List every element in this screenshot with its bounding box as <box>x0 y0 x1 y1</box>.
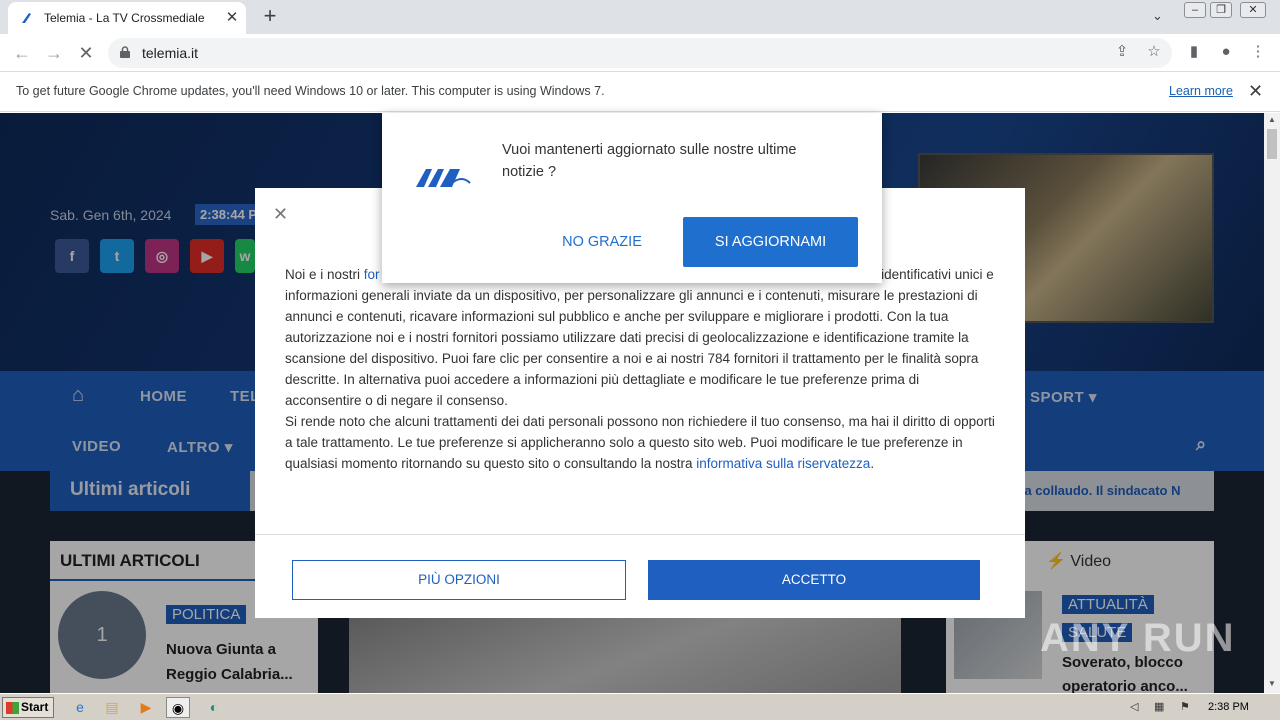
tab-close-icon[interactable]: ✕ <box>222 8 242 28</box>
privacy-policy-link[interactable]: informativa sulla riservatezza <box>696 456 870 471</box>
system-clock[interactable]: 2:38 PM <box>1208 701 1249 713</box>
consent-close-icon[interactable]: ✕ <box>273 204 288 225</box>
minimize-button[interactable]: – <box>1184 2 1206 18</box>
scrollbar-thumb[interactable] <box>1267 129 1277 159</box>
file-explorer-icon[interactable]: ▤ <box>100 697 124 718</box>
partners-link[interactable]: for <box>364 267 380 282</box>
push-question: Vuoi mantenerti aggiornato sulle nostre … <box>502 142 797 180</box>
learn-more-link[interactable]: Learn more <box>1169 84 1233 98</box>
scroll-down-arrow-icon[interactable]: ▼ <box>1268 679 1276 688</box>
tab-strip: Telemia - La TV Crossmediale ✕ + ⌄ – ❐ ✕ <box>0 0 1280 34</box>
close-window-button[interactable]: ✕ <box>1240 2 1266 18</box>
forward-arrow-icon[interactable]: → <box>42 41 66 65</box>
network-icon[interactable]: ▦ <box>1154 700 1168 714</box>
more-options-button[interactable]: PIÙ OPZIONI <box>292 560 626 600</box>
windows-taskbar: Start e ▤ ▶ ◉ ◐ ◁ ▦ ⚑ 2:38 PM <box>0 693 1280 720</box>
start-label: Start <box>21 700 49 714</box>
browser-toolbar: ← → ✕ telemia.it ⇪ ☆ ▮ ● ⋮ <box>0 34 1280 72</box>
menu-kebab-icon[interactable]: ⋮ <box>1248 42 1268 62</box>
consent-text-1b: e trattiamo i dati personali, quali gli … <box>285 267 994 408</box>
consent-body: Noi e i nostri fore trattiamo i dati per… <box>285 264 997 474</box>
side-panel-icon[interactable]: ▮ <box>1184 42 1204 62</box>
action-center-flag-icon[interactable]: ⚑ <box>1180 700 1194 714</box>
chrome-update-infobar: To get future Google Chrome updates, you… <box>0 72 1280 112</box>
chrome-taskbar-icon[interactable]: ◉ <box>166 697 190 718</box>
tab-telemia[interactable]: Telemia - La TV Crossmediale ✕ <box>8 2 246 34</box>
infobar-message: To get future Google Chrome updates, you… <box>16 84 605 98</box>
page-scrollbar[interactable]: ▲ ▼ <box>1264 113 1280 693</box>
telemia-favicon-icon <box>22 13 31 23</box>
subscribe-button[interactable]: SI AGGIORNAMI <box>683 217 858 267</box>
bookmark-star-icon[interactable]: ☆ <box>1144 42 1164 62</box>
restore-button[interactable]: ❐ <box>1210 2 1232 18</box>
internet-explorer-icon[interactable]: e <box>68 697 92 718</box>
no-thanks-button[interactable]: NO GRAZIE <box>542 217 662 267</box>
consent-divider <box>255 534 1025 535</box>
scroll-up-arrow-icon[interactable]: ▲ <box>1268 115 1276 124</box>
url-text: telemia.it <box>142 45 199 61</box>
consent-text-1a: Noi e i nostri <box>285 267 364 282</box>
windows-flag-icon <box>6 702 19 714</box>
telemia-logo <box>416 169 471 187</box>
address-bar[interactable]: telemia.it <box>108 38 1172 68</box>
edge-icon[interactable]: ◐ <box>202 697 226 718</box>
accept-button[interactable]: ACCETTO <box>648 560 980 600</box>
profile-avatar-icon[interactable]: ● <box>1216 42 1236 62</box>
start-button[interactable]: Start <box>2 697 54 718</box>
tab-title: Telemia - La TV Crossmediale <box>44 11 205 25</box>
consent-text-2: Si rende noto che alcuni trattamenti dei… <box>285 414 995 471</box>
new-tab-button[interactable]: + <box>258 4 282 28</box>
lock-icon <box>120 46 130 58</box>
stop-loading-icon[interactable]: ✕ <box>74 41 98 65</box>
back-arrow-icon[interactable]: ← <box>10 41 34 65</box>
anyrun-watermark: ANY RUN <box>1040 616 1236 660</box>
share-icon[interactable]: ⇪ <box>1112 42 1132 62</box>
consent-text-2-end: . <box>870 456 875 471</box>
infobar-close-icon[interactable]: ✕ <box>1248 81 1263 102</box>
push-notification-prompt: Vuoi mantenerti aggiornato sulle nostre … <box>382 113 882 283</box>
tab-search-chevron-icon[interactable]: ⌄ <box>1152 8 1170 26</box>
volume-icon[interactable]: ◁ <box>1130 700 1144 714</box>
media-player-icon[interactable]: ▶ <box>134 697 158 718</box>
